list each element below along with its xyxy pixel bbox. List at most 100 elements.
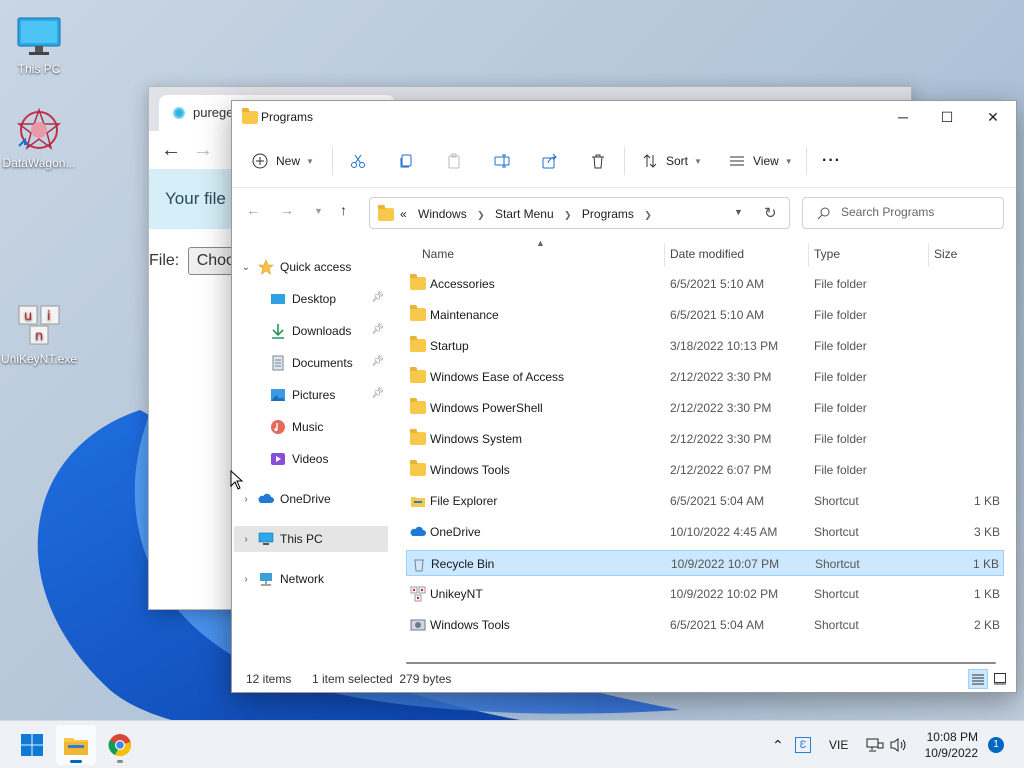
file-date: 2/12/2022 6:07 PM [670, 463, 772, 477]
nav-item-desktop[interactable]: Desktop 📌︎ [234, 286, 388, 312]
language-indicator[interactable]: VIE [829, 721, 848, 768]
nav-item-this-pc[interactable]: › This PC [234, 526, 388, 552]
taskbar-file-explorer[interactable] [56, 725, 96, 765]
file-row[interactable]: UnikeyNT 10/9/2022 10:02 PM Shortcut 1 KB [406, 581, 1004, 607]
chevron-right-icon[interactable]: ❯ [477, 210, 485, 220]
breadcrumb-windows[interactable]: Windows [418, 207, 467, 221]
show-hidden-icons-button[interactable]: ⌃ [772, 721, 784, 768]
nav-item-videos[interactable]: Videos [234, 446, 388, 472]
file-explorer-window[interactable]: Programs ─ ☐ ✕ New ▼ Sort ▼ View ▼ ··· ←… [231, 100, 1017, 693]
more-options-button[interactable]: ··· [822, 149, 841, 173]
column-separator[interactable] [808, 243, 809, 267]
toolbar-separator [806, 147, 807, 175]
file-name: Windows Tools [430, 463, 510, 477]
breadcrumb-programs[interactable]: Programs [582, 207, 634, 221]
start-button[interactable] [12, 725, 52, 765]
search-input[interactable] [841, 205, 991, 219]
music-icon [270, 419, 286, 435]
file-row[interactable]: Windows Tools 2/12/2022 6:07 PM File folde… [406, 457, 1004, 483]
chevron-down-icon[interactable]: ⌄ [234, 262, 258, 273]
desktop-icon-this-pc[interactable]: This PC [0, 12, 78, 76]
recent-locations-chevron-icon[interactable]: ▼ [314, 206, 323, 216]
close-button[interactable]: ✕ [970, 101, 1016, 133]
nav-item-label: Documents [292, 356, 353, 370]
file-row[interactable]: File Explorer 6/5/2021 5:04 AM Shortcut 1 K… [406, 488, 1004, 514]
share-button[interactable] [542, 149, 558, 173]
copy-button[interactable] [398, 149, 414, 173]
nav-item-pictures[interactable]: Pictures 📌︎ [234, 382, 388, 408]
address-dropdown-icon[interactable]: ▼ [734, 207, 743, 217]
file-row[interactable]: Windows System 2/12/2022 3:30 PM File fold… [406, 426, 1004, 452]
nav-item-music[interactable]: Music [234, 414, 388, 440]
nav-item-quick-access[interactable]: ⌄ Quick access [234, 254, 388, 280]
chevron-right-icon[interactable]: ❯ [564, 210, 572, 220]
file-row[interactable]: Recycle Bin 10/9/2022 10:07 PM Shortcut 1 K… [406, 550, 1004, 576]
column-separator[interactable] [928, 243, 929, 267]
file-date: 10/10/2022 4:45 AM [670, 525, 778, 539]
desktop-icon-unikey[interactable]: uin UniKeyNT.exe [0, 302, 78, 366]
file-explorer-shortcut-icon [410, 493, 426, 509]
forward-arrow-icon[interactable]: → [280, 202, 294, 218]
scissors-icon [351, 154, 365, 168]
nav-item-onedrive[interactable]: › OneDrive [234, 486, 388, 512]
network-status-button[interactable] [866, 721, 884, 768]
nav-item-label: Network [280, 572, 325, 586]
search-box[interactable] [802, 197, 1004, 229]
delete-button[interactable] [590, 149, 606, 173]
column-header-date[interactable]: Date modified [670, 247, 744, 261]
new-button[interactable]: New ▼ [252, 149, 314, 173]
horizontal-scrollbar[interactable] [406, 662, 996, 664]
file-row[interactable]: Windows PowerShell 2/12/2022 3:30 PM File … [406, 395, 1004, 421]
nav-item-downloads[interactable]: Downloads 📌︎ [234, 318, 388, 344]
sort-button[interactable]: Sort ▼ [642, 149, 702, 173]
column-header-type[interactable]: Type [814, 247, 840, 261]
details-view-button[interactable] [968, 669, 988, 689]
folder-icon [410, 429, 426, 447]
title-bar[interactable]: Programs ─ ☐ ✕ [232, 101, 1016, 133]
search-icon [817, 207, 830, 220]
column-separator[interactable] [664, 243, 665, 267]
refresh-icon[interactable]: ↻ [764, 204, 777, 222]
paste-button[interactable] [446, 149, 462, 173]
taskbar-chrome[interactable] [100, 725, 140, 765]
notification-badge[interactable]: 1 [988, 737, 1004, 753]
address-bar[interactable]: « Windows ❯ Start Menu ❯ Programs ❯ ▼ ↻ [369, 197, 790, 229]
back-arrow-icon[interactable]: ← [246, 202, 260, 218]
chevron-right-icon[interactable]: › [234, 574, 258, 585]
clock[interactable]: 10:08 PM 10/9/2022 [925, 729, 978, 761]
nav-item-documents[interactable]: Documents 📌︎ [234, 350, 388, 376]
breadcrumb: « Windows ❯ Start Menu ❯ Programs ❯ [400, 207, 659, 221]
back-arrow-icon[interactable]: ← [161, 139, 181, 162]
desktop-icon-datawagon[interactable]: DataWagon... [0, 106, 78, 170]
minimize-button[interactable]: ─ [880, 101, 926, 133]
forward-arrow-icon[interactable]: → [193, 139, 213, 162]
chevron-right-icon[interactable]: ❯ [644, 210, 652, 220]
nav-item-label: Music [292, 420, 324, 434]
file-row[interactable]: Windows Tools 6/5/2021 5:04 AM Shortcut 2 K… [406, 612, 1004, 638]
file-type: File folder [814, 432, 867, 446]
view-button[interactable]: View ▼ [729, 149, 793, 173]
nav-item-label: OneDrive [280, 492, 331, 506]
file-row[interactable]: Accessories 6/5/2021 5:10 AM File folder [406, 271, 1004, 297]
file-row[interactable]: Windows Ease of Access 2/12/2022 3:30 PM F… [406, 364, 1004, 390]
chevron-right-icon[interactable]: › [234, 494, 258, 505]
pin-icon: 📌︎ [371, 388, 384, 399]
ime-button[interactable]: Ɛ [795, 721, 811, 768]
rename-button[interactable] [494, 149, 510, 173]
column-header-name[interactable]: Name [422, 247, 454, 261]
file-row[interactable]: Startup 3/18/2022 10:13 PM File folder [406, 333, 1004, 359]
tiles-view-button[interactable] [990, 669, 1010, 689]
file-row[interactable]: Maintenance 6/5/2021 5:10 AM File folder [406, 302, 1004, 328]
maximize-button[interactable]: ☐ [924, 101, 970, 133]
up-arrow-icon[interactable]: ↑ [340, 202, 347, 218]
volume-button[interactable] [890, 721, 908, 768]
file-row[interactable]: OneDrive 10/10/2022 4:45 AM Shortcut 3 KB [406, 519, 1004, 545]
breadcrumb-start-menu[interactable]: Start Menu [495, 207, 554, 221]
nav-item-label: Quick access [280, 260, 352, 274]
breadcrumb-overflow[interactable]: « [400, 207, 407, 221]
nav-item-network[interactable]: › Network [234, 566, 388, 592]
cut-button[interactable] [350, 149, 366, 173]
column-header-size[interactable]: Size [934, 247, 957, 261]
recycle-bin-shortcut-icon [411, 556, 427, 572]
chevron-right-icon[interactable]: › [234, 534, 258, 545]
